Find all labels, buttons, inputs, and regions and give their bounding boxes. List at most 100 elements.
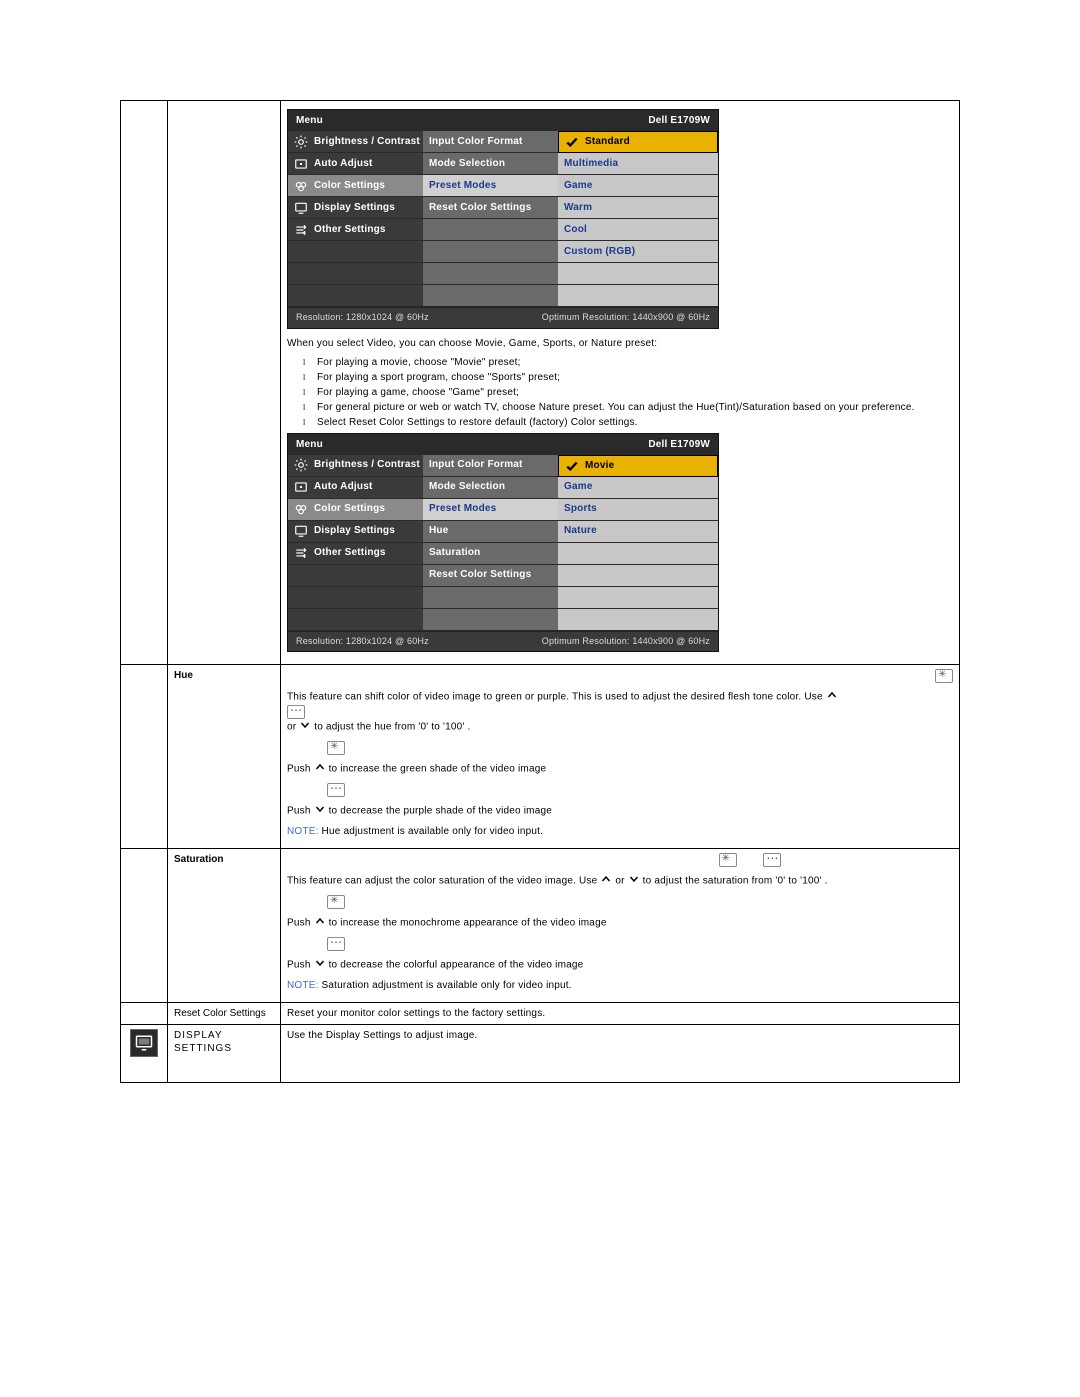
osd-empty-cell: [288, 565, 423, 587]
brightness-button-icon: [327, 895, 345, 909]
osd-option-item[interactable]: Cool: [558, 219, 718, 241]
osd-category-label: Color Settings: [314, 175, 385, 197]
down-arrow-icon: [314, 957, 326, 973]
hue-desc: This feature can shift color of video im…: [281, 665, 960, 849]
osd-option-label: Nature: [564, 520, 597, 542]
osd-empty-cell: [558, 609, 718, 631]
down-arrow-icon: [314, 803, 326, 819]
row-icon-empty: [121, 1003, 168, 1025]
up-arrow-icon: [826, 689, 838, 705]
osd-submenu-item[interactable]: Preset Modes: [423, 175, 558, 197]
osd-category-item[interactable]: Auto Adjust: [288, 477, 423, 499]
osd-category-item[interactable]: Brightness / Contrast: [288, 131, 423, 153]
note-label: NOTE:: [287, 826, 319, 837]
osd-category-item[interactable]: Brightness / Contrast: [288, 455, 423, 477]
osd-empty-cell: [288, 285, 423, 307]
osd-empty-cell: [288, 609, 423, 631]
osd-empty-cell: [288, 241, 423, 263]
osd-option-item[interactable]: Nature: [558, 521, 718, 543]
sat-push-up-pre: Push: [287, 918, 314, 929]
osd-submenu-item[interactable]: Saturation: [423, 543, 558, 565]
osd-submenu-item[interactable]: Reset Color Settings: [423, 197, 558, 219]
osd-category-item[interactable]: Color Settings: [288, 499, 423, 521]
osd-footer-right: Optimum Resolution: 1440x900 @ 60Hz: [542, 312, 710, 324]
osd-option-item[interactable]: Sports: [558, 499, 718, 521]
osd-submenu-item[interactable]: Input Color Format: [423, 131, 558, 153]
osd-title-right: Dell E1709W: [648, 114, 710, 127]
osd-category-label: Display Settings: [314, 197, 395, 219]
sat-text-2: to adjust the saturation from '0' to '10…: [643, 876, 828, 887]
osd-empty-cell: [288, 263, 423, 285]
osd-title-left: Menu: [296, 114, 323, 127]
saturation-label: Saturation: [168, 849, 281, 1003]
brightness-icon: [294, 135, 308, 149]
hue-label: Hue: [168, 665, 281, 849]
osd-option-item[interactable]: Custom (RGB): [558, 241, 718, 263]
bullet-item: For playing a game, choose "Game" preset…: [317, 386, 953, 399]
osd-category-item[interactable]: Display Settings: [288, 197, 423, 219]
osd-option-label: Game: [564, 476, 593, 498]
other-icon: [294, 223, 308, 237]
auto-icon: [294, 157, 308, 171]
osd-submenu-item[interactable]: Input Color Format: [423, 455, 558, 477]
row-icon-empty: [121, 665, 168, 849]
up-arrow-icon: [314, 915, 326, 931]
reset-color-label: Reset Color Settings: [168, 1003, 281, 1025]
osd-option-label: Cool: [564, 219, 587, 241]
settings-table: MenuDell E1709WBrightness / ContrastAuto…: [120, 100, 960, 1083]
sat-push-down-post: to decrease the colorful appearance of t…: [329, 960, 584, 971]
down-arrow-icon: [299, 719, 311, 735]
osd-category-item[interactable]: Other Settings: [288, 543, 423, 565]
osd-empty-cell: [423, 587, 558, 609]
brightness-icon: [294, 458, 308, 472]
osd-empty-cell: [558, 587, 718, 609]
osd-option-item[interactable]: Warm: [558, 197, 718, 219]
osd-submenu-item[interactable]: Mode Selection: [423, 153, 558, 175]
osd-category-label: Display Settings: [314, 520, 395, 542]
color-icon: [294, 179, 308, 193]
video-bullets: For playing a movie, choose "Movie" pres…: [317, 356, 953, 429]
osd-option-label: Movie: [585, 455, 614, 477]
osd-option-label: Standard: [585, 131, 630, 153]
osd-option-item[interactable]: Standard: [558, 131, 718, 153]
sat-note-text: Saturation adjustment is available only …: [319, 980, 572, 991]
osd-category-item[interactable]: Auto Adjust: [288, 153, 423, 175]
osd-option-label: Game: [564, 175, 593, 197]
preset-modes-desc: MenuDell E1709WBrightness / ContrastAuto…: [281, 101, 960, 665]
osd-empty-cell: [423, 285, 558, 307]
osd-empty-cell: [558, 543, 718, 565]
row-icon-empty: [121, 849, 168, 1003]
bullet-item: Select Reset Color Settings to restore d…: [317, 416, 953, 429]
osd-submenu-item[interactable]: Mode Selection: [423, 477, 558, 499]
osd-option-item[interactable]: Game: [558, 175, 718, 197]
osd-empty-cell: [423, 263, 558, 285]
osd-option-label: Multimedia: [564, 153, 618, 175]
osd-option-item[interactable]: Movie: [558, 455, 718, 477]
sat-text-or: or: [615, 876, 627, 887]
osd-option-item[interactable]: Multimedia: [558, 153, 718, 175]
display-icon: [294, 201, 308, 215]
osd-category-label: Brightness / Contrast: [314, 454, 420, 476]
osd-submenu-item[interactable]: Hue: [423, 521, 558, 543]
sat-push-down-pre: Push: [287, 960, 314, 971]
osd-option-item[interactable]: Game: [558, 477, 718, 499]
row-label-empty: [168, 101, 281, 665]
osd-footer-left: Resolution: 1280x1024 @ 60Hz: [296, 636, 429, 648]
osd-footer-right: Optimum Resolution: 1440x900 @ 60Hz: [542, 636, 710, 648]
hue-note-text: Hue adjustment is available only for vid…: [319, 826, 544, 837]
osd-submenu-item[interactable]: Preset Modes: [423, 499, 558, 521]
osd-title-left: Menu: [296, 438, 323, 451]
display-settings-desc: Use the Display Settings to adjust image…: [281, 1025, 960, 1083]
display-settings-label: DISPLAY SETTINGS: [168, 1025, 281, 1083]
osd-category-item[interactable]: Other Settings: [288, 219, 423, 241]
osd-submenu-item[interactable]: Reset Color Settings: [423, 565, 558, 587]
video-intro-text: When you select Video, you can choose Mo…: [287, 337, 953, 350]
osd-empty-cell: [558, 285, 718, 307]
hue-text-1: This feature can shift color of video im…: [287, 692, 826, 703]
menu-button-icon: [327, 783, 345, 797]
osd-title-right: Dell E1709W: [648, 438, 710, 451]
osd-category-label: Other Settings: [314, 219, 386, 241]
osd-category-item[interactable]: Color Settings: [288, 175, 423, 197]
osd-category-item[interactable]: Display Settings: [288, 521, 423, 543]
up-arrow-icon: [314, 761, 326, 777]
